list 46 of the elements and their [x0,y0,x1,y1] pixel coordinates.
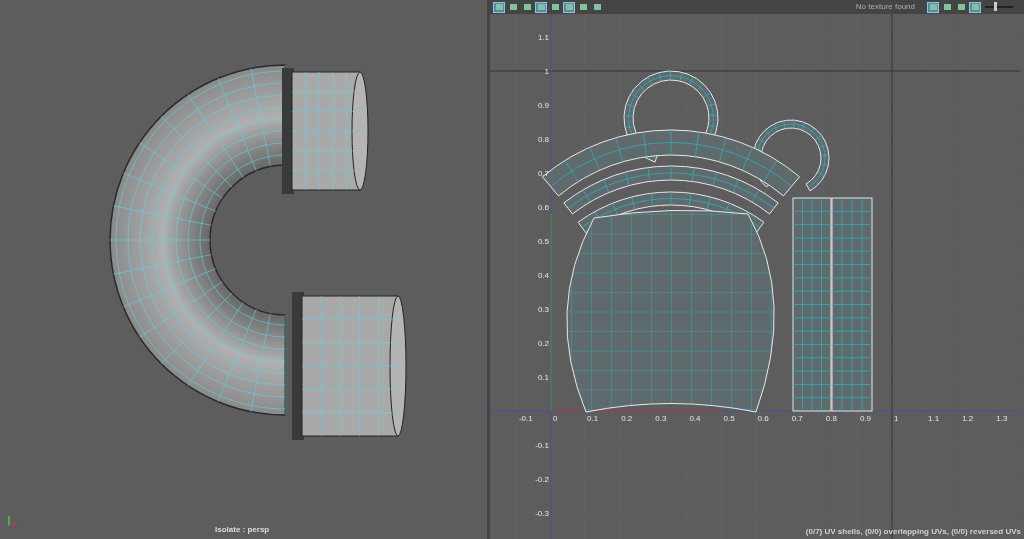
tool-icon[interactable] [563,1,575,13]
axis-label: 0.5 [723,414,735,423]
axis-label: 0.7 [537,169,549,178]
tool-icon[interactable] [493,1,505,13]
tool-icon[interactable] [535,1,547,13]
axis-label: 1.3 [996,414,1008,423]
axis-label: 0.7 [791,414,803,423]
tool-icon[interactable] [927,1,939,13]
axis-label: 1 [894,414,899,423]
axis-label: 0.3 [655,414,667,423]
texture-status: No texture found [855,1,915,13]
tool-icon[interactable] [969,1,981,13]
tool-icon[interactable] [507,1,519,13]
axis-label: 0.1 [537,373,549,382]
axis-label: 0.6 [757,414,769,423]
axis-label: 0.8 [537,135,549,144]
axis-label: -0.1 [535,441,549,450]
axis-label: 0.2 [621,414,633,423]
axis-label: 0.1 [587,414,599,423]
camera-label: Isolate : persp [215,524,270,536]
axis-label: 1.2 [962,414,974,423]
axis-gizmo-icon [7,514,19,528]
axis-label: 0.5 [537,237,549,246]
axis-label: 0.9 [537,101,549,110]
axis-label: 1.1 [537,33,549,42]
axis-label: 0.6 [537,203,549,212]
axis-label: -0.1 [518,414,533,423]
axis-label: 0.9 [859,414,872,423]
axis-label: 1.1 [928,414,940,423]
tool-icon[interactable] [549,1,561,13]
axis-label: 0.8 [825,414,837,423]
axis-label: 0 [553,414,558,423]
tool-icon[interactable] [955,1,967,13]
uv-status-text: (0/7) UV shells, (0/0) overlapping UVs, (0/0) reversed UVs [805,526,1021,538]
axis-label: 0.2 [537,339,549,348]
tool-icon[interactable] [521,1,533,13]
tool-icon[interactable] [577,1,589,13]
tool-icon[interactable] [941,1,953,13]
slider-thumb[interactable] [994,2,998,11]
axis-label: 0.3 [537,305,549,314]
axis-label: -0.3 [535,509,549,518]
axis-label: 0.4 [537,271,549,280]
axis-label: 0.4 [689,414,701,423]
axis-label: 1 [544,67,549,76]
tool-icon[interactable] [591,1,603,13]
axis-label: -0.2 [535,475,549,484]
